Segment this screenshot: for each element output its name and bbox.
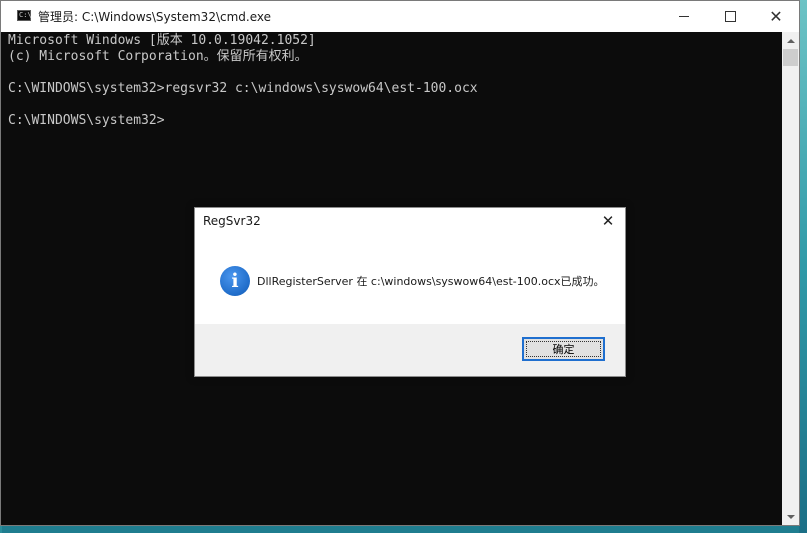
console-command-line: C:\WINDOWS\system32>regsvr32 c:\windows\… [8, 81, 478, 96]
window-title: 管理员: C:\Windows\System32\cmd.exe [38, 10, 271, 24]
console-line: Microsoft Windows [版本 10.0.19042.1052] [8, 33, 316, 48]
focus-ring [526, 341, 601, 357]
ok-button[interactable]: 确定 [522, 337, 605, 361]
window-titlebar[interactable]: C:\ 管理员: C:\Windows\System32\cmd.exe ✕ [1, 1, 799, 32]
arrow-down-icon [786, 514, 795, 519]
dialog-close-button[interactable]: ✕ [599, 212, 617, 230]
dialog-message: DllRegisterServer 在 c:\windows\syswow64\… [257, 275, 605, 288]
minimize-icon [679, 16, 689, 17]
close-button[interactable]: ✕ [753, 1, 799, 32]
cmd-app-icon[interactable]: C:\ [17, 10, 32, 21]
minimize-button[interactable] [661, 1, 707, 32]
scroll-down-button[interactable] [782, 508, 799, 525]
regsvr32-dialog: RegSvr32 ✕ i DllRegisterServer 在 c:\wind… [194, 207, 626, 377]
vertical-scrollbar[interactable] [782, 32, 799, 525]
info-icon: i [220, 266, 250, 296]
info-icon-glyph: i [231, 270, 239, 292]
dialog-title: RegSvr32 [203, 214, 261, 228]
console-prompt[interactable]: C:\WINDOWS\system32> [8, 113, 165, 129]
close-icon: ✕ [769, 6, 783, 26]
close-icon: ✕ [601, 212, 615, 230]
scrollbar-thumb[interactable] [783, 49, 798, 66]
cmd-app-icon-label: C:\ [19, 11, 32, 19]
arrow-up-icon [786, 38, 795, 43]
maximize-icon [724, 11, 736, 22]
maximize-button[interactable] [707, 1, 753, 32]
desktop-background [799, 0, 807, 533]
dialog-footer: 确定 [195, 324, 625, 376]
scroll-up-button[interactable] [782, 32, 799, 49]
console-line: (c) Microsoft Corporation。保留所有权利。 [8, 49, 308, 64]
